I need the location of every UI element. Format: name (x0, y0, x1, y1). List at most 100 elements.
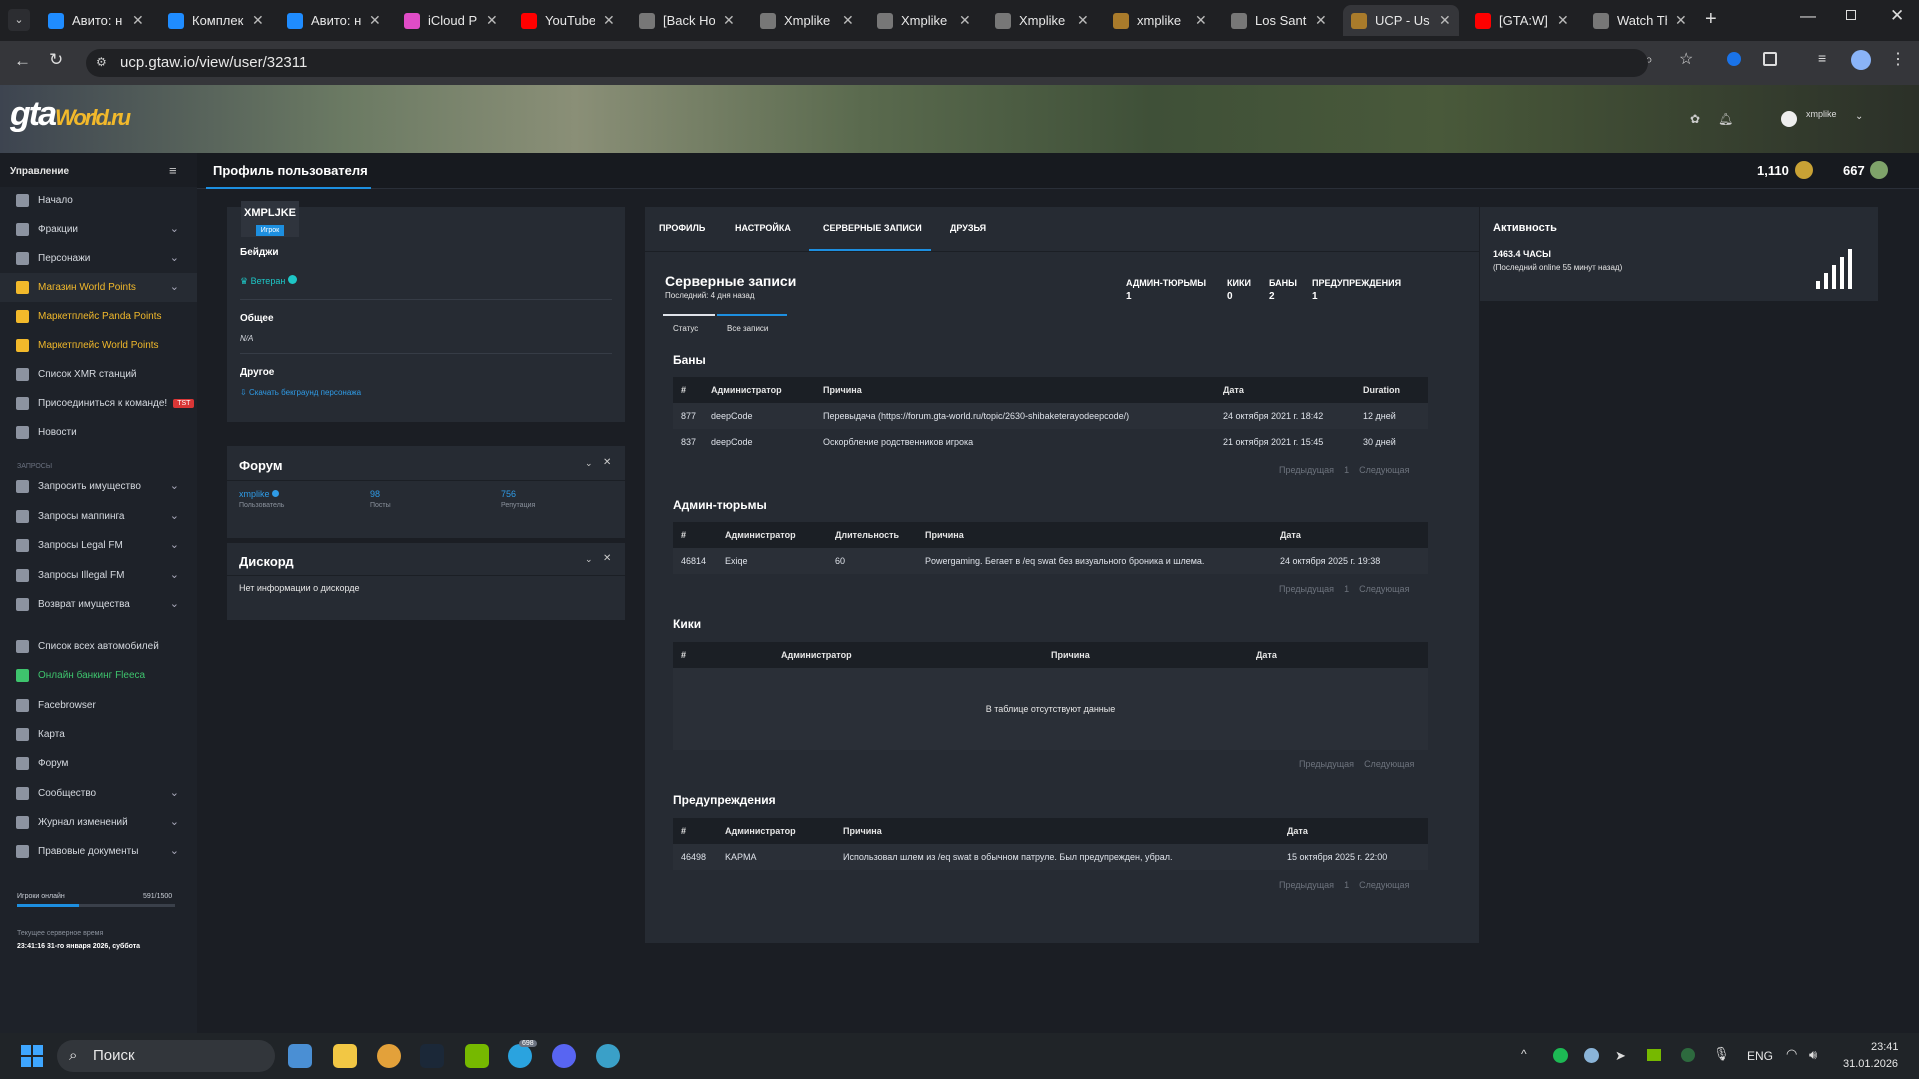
browser-tab[interactable]: Xmplike ✕ (869, 5, 979, 36)
sidebar-item[interactable]: Возврат имущества ⌄ (0, 590, 197, 619)
column-header[interactable]: Администратор (717, 522, 827, 548)
browser-tab[interactable]: Xmplike ✕ (752, 5, 862, 36)
browser-tab[interactable]: iCloud Pl ✕ (396, 5, 506, 36)
browser-tab[interactable]: Авито: н ✕ (279, 5, 389, 36)
next-button[interactable]: Следующая (1359, 584, 1409, 594)
tab-close-icon[interactable]: ✕ (132, 12, 144, 29)
column-header[interactable]: Дата (1279, 818, 1428, 844)
tab-list-button[interactable]: ⌄ (8, 9, 30, 31)
column-header[interactable]: # (673, 522, 717, 548)
discord-icon[interactable] (552, 1044, 576, 1068)
browser-tab[interactable]: Xmplike ✕ (987, 5, 1097, 36)
media-control-icon[interactable]: ≡ (1818, 50, 1826, 66)
sidebar-item[interactable]: Маркетплейс World Points (0, 331, 197, 360)
browser-tab[interactable]: UCP - Us ✕ (1343, 5, 1459, 36)
prev-button[interactable]: Предыдущая (1279, 880, 1334, 890)
reload-icon[interactable]: ↻ (49, 50, 63, 70)
sidebar-item[interactable]: Маркетплейс Panda Points (0, 302, 197, 331)
sidebar-item[interactable]: Запросы Legal FM ⌄ (0, 531, 197, 560)
settings-icon[interactable]: ✿ (1690, 112, 1700, 126)
bell-icon[interactable]: 🔔︎ (1718, 112, 1733, 126)
browser-tab[interactable]: Авито: н ✕ (40, 5, 152, 36)
user-avatar-icon[interactable] (1781, 111, 1797, 127)
sidebar-item[interactable]: Запросить имущество ⌄ (0, 472, 197, 501)
back-icon[interactable]: ← (14, 51, 31, 71)
forum-user-link[interactable]: xmplike (239, 489, 280, 499)
spotify-icon[interactable] (1553, 1048, 1568, 1063)
column-header[interactable]: Дата (1272, 522, 1428, 548)
column-header[interactable]: Администратор (717, 818, 835, 844)
taskbar-search[interactable]: ⌕ Поиск (57, 1040, 275, 1072)
column-header[interactable]: Причина (1043, 642, 1248, 668)
close-window-icon[interactable]: ✕ (1890, 6, 1904, 26)
sidebar-item[interactable]: Запросы Illegal FM ⌄ (0, 561, 197, 590)
next-button[interactable]: Следующая (1359, 465, 1409, 475)
next-button[interactable]: Следующая (1364, 759, 1414, 769)
tab-friends[interactable]: ДРУЗЬЯ (950, 223, 986, 233)
table-row[interactable]: 46498 KAPMA Использовал шлем из /eq swat в… (673, 844, 1428, 870)
telegram-tray-icon[interactable]: ➤ (1615, 1048, 1626, 1064)
browser-tab[interactable]: [Back Ho ✕ (631, 5, 743, 36)
sidebar-item[interactable]: Журнал изменений ⌄ (0, 808, 197, 837)
sidebar-item[interactable]: Фракции ⌄ (0, 215, 197, 244)
sidebar-item[interactable]: Сообщество ⌄ (0, 779, 197, 808)
extension-icon[interactable] (1727, 52, 1741, 66)
sidebar-item[interactable]: Магазин World Points ⌄ (0, 273, 197, 302)
column-header[interactable]: Длительность (827, 522, 917, 548)
minimize-icon[interactable]: — (1800, 8, 1816, 26)
gallery-app-icon[interactable] (288, 1044, 312, 1068)
column-header[interactable]: Дата (1215, 377, 1355, 403)
site-logo[interactable]: gtaWorld.ru (10, 95, 131, 141)
tab-close-icon[interactable]: ✕ (1315, 12, 1327, 29)
new-tab-button[interactable]: + (1705, 8, 1717, 31)
sidebar-item[interactable]: Список всех автомобилей (0, 632, 197, 661)
wifi-icon[interactable]: ◠ (1786, 1046, 1797, 1062)
forum-posts-value[interactable]: 98 (370, 489, 380, 499)
info-icon[interactable] (287, 275, 297, 284)
sidebar-item[interactable]: Онлайн банкинг Fleeca (0, 661, 197, 690)
prev-button[interactable]: Предыдущая (1279, 584, 1334, 594)
tab-close-icon[interactable]: ✕ (1195, 12, 1207, 29)
column-header[interactable]: Причина (917, 522, 1272, 548)
chrome-icon[interactable] (377, 1044, 401, 1068)
column-header[interactable]: Duration (1355, 377, 1428, 403)
volume-icon[interactable]: 🔊︎ (1809, 1047, 1817, 1063)
close-icon[interactable]: ✕ (603, 457, 611, 468)
sidebar-item[interactable]: Присоединиться к команде! TST (0, 389, 197, 418)
tab-close-icon[interactable]: ✕ (1675, 12, 1687, 29)
chevron-down-icon[interactable]: ⌄ (1855, 111, 1863, 122)
column-header[interactable]: Администратор (773, 642, 1043, 668)
page-number[interactable]: 1 (1344, 584, 1349, 594)
sidebar-toggle-icon[interactable]: ≡ (169, 163, 177, 178)
steam-icon[interactable] (420, 1044, 444, 1068)
clock-time[interactable]: 23:41 (1871, 1041, 1899, 1053)
close-icon[interactable]: ✕ (603, 553, 611, 564)
steam-tray-icon[interactable] (1584, 1048, 1599, 1063)
sidebar-item[interactable]: Запросы маппинга ⌄ (0, 502, 197, 531)
column-header[interactable]: Причина (815, 377, 1215, 403)
clock-date[interactable]: 31.01.2026 (1843, 1058, 1898, 1070)
browser-tab[interactable]: Комплек ✕ (160, 5, 272, 36)
sidebar-item[interactable]: Facebrowser (0, 691, 197, 720)
column-header[interactable]: Причина (835, 818, 1279, 844)
browser-app-icon[interactable] (596, 1044, 620, 1068)
column-header[interactable]: # (673, 642, 773, 668)
next-button[interactable]: Следующая (1359, 880, 1409, 890)
sidebar-item[interactable]: Карта (0, 720, 197, 749)
download-background-link[interactable]: ⇩ Скачать бекграунд персонажа (240, 388, 361, 397)
forum-rep-value[interactable]: 756 (501, 489, 516, 499)
subtab-status[interactable]: Статус (673, 324, 698, 333)
profile-avatar[interactable] (1851, 50, 1871, 70)
browser-tab[interactable]: Watch Th ✕ (1585, 5, 1695, 36)
nvidia-icon[interactable] (465, 1044, 489, 1068)
tab-server-records[interactable]: СЕРВЕРНЫЕ ЗАПИСИ (823, 223, 922, 233)
browser-tab[interactable]: xmplike ✕ (1105, 5, 1215, 36)
windows-start-icon[interactable] (21, 1045, 43, 1067)
file-explorer-icon[interactable] (333, 1044, 357, 1068)
prev-button[interactable]: Предыдущая (1279, 465, 1334, 475)
tab-close-icon[interactable]: ✕ (842, 12, 854, 29)
tab-close-icon[interactable]: ✕ (252, 12, 264, 29)
site-info-icon[interactable]: ⚙ (96, 55, 107, 69)
app-tray-icon[interactable] (1681, 1048, 1695, 1062)
column-header[interactable]: Дата (1248, 642, 1428, 668)
